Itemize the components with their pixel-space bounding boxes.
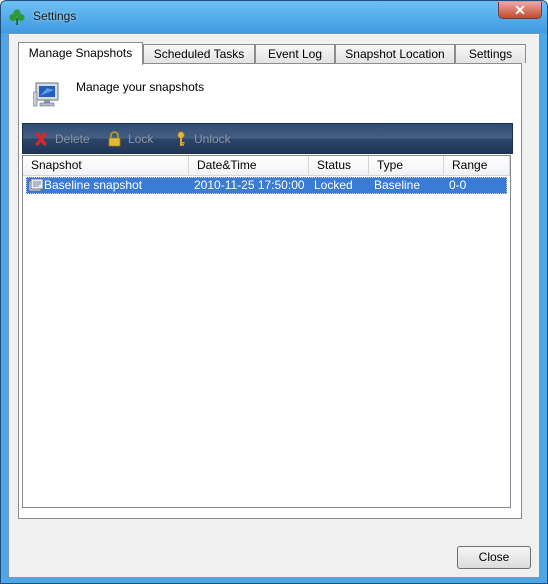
delete-x-icon: [35, 132, 47, 146]
panel-header-text: Manage your snapshots: [76, 80, 205, 94]
delete-button[interactable]: Delete: [33, 131, 90, 147]
snapshot-icon: [28, 178, 43, 192]
column-header-type[interactable]: Type: [369, 156, 444, 176]
table-row[interactable]: Baseline snapshot 2010-11-25 17:50:00 Lo…: [26, 177, 507, 194]
computer-icon: [33, 82, 59, 107]
column-header-snapshot[interactable]: Snapshot: [23, 156, 189, 176]
tab-scheduled-tasks[interactable]: Scheduled Tasks: [143, 44, 255, 63]
cell-status: Locked: [314, 178, 353, 192]
tab-settings[interactable]: Settings: [455, 44, 526, 63]
snapshot-toolbar: Delete Lock Unlock: [22, 123, 513, 154]
unlock-button[interactable]: Unlock: [174, 131, 231, 147]
column-header-status[interactable]: Status: [309, 156, 369, 176]
window-close-button[interactable]: ✕: [498, 2, 542, 19]
settings-window: Settings ✕ Manage Snapshots Scheduled Ta…: [0, 0, 548, 584]
column-header-range[interactable]: Range: [444, 156, 510, 176]
tab-snapshot-location[interactable]: Snapshot Location: [335, 44, 455, 63]
lock-button[interactable]: Lock: [107, 131, 153, 147]
close-icon: ✕: [514, 2, 526, 18]
cell-datetime: 2010-11-25 17:50:00: [194, 178, 305, 192]
cell-range: 0-0: [449, 178, 467, 192]
lock-icon: [108, 131, 121, 147]
column-header-datetime[interactable]: Date&Time: [189, 156, 309, 176]
delete-label: Delete: [55, 132, 90, 146]
clover-app-icon: [9, 9, 25, 25]
window-title: Settings: [33, 9, 77, 23]
close-button[interactable]: Close: [457, 546, 531, 569]
lock-label: Lock: [128, 132, 154, 146]
manage-snapshots-panel: Manage your snapshots Delete Lock Unlock…: [18, 63, 522, 519]
unlock-label: Unlock: [194, 132, 231, 146]
cell-type: Baseline: [374, 178, 421, 192]
snapshot-list[interactable]: Snapshot Date&Time Status Type Range Bas…: [22, 155, 511, 508]
key-icon: [177, 131, 185, 146]
cell-snapshot: Baseline snapshot: [44, 178, 143, 192]
tab-manage-snapshots[interactable]: Manage Snapshots: [18, 42, 143, 65]
title-bar[interactable]: Settings ✕: [1, 1, 547, 33]
dialog-client-area: Manage Snapshots Scheduled Tasks Event L…: [8, 33, 540, 578]
tab-event-log[interactable]: Event Log: [255, 44, 335, 63]
